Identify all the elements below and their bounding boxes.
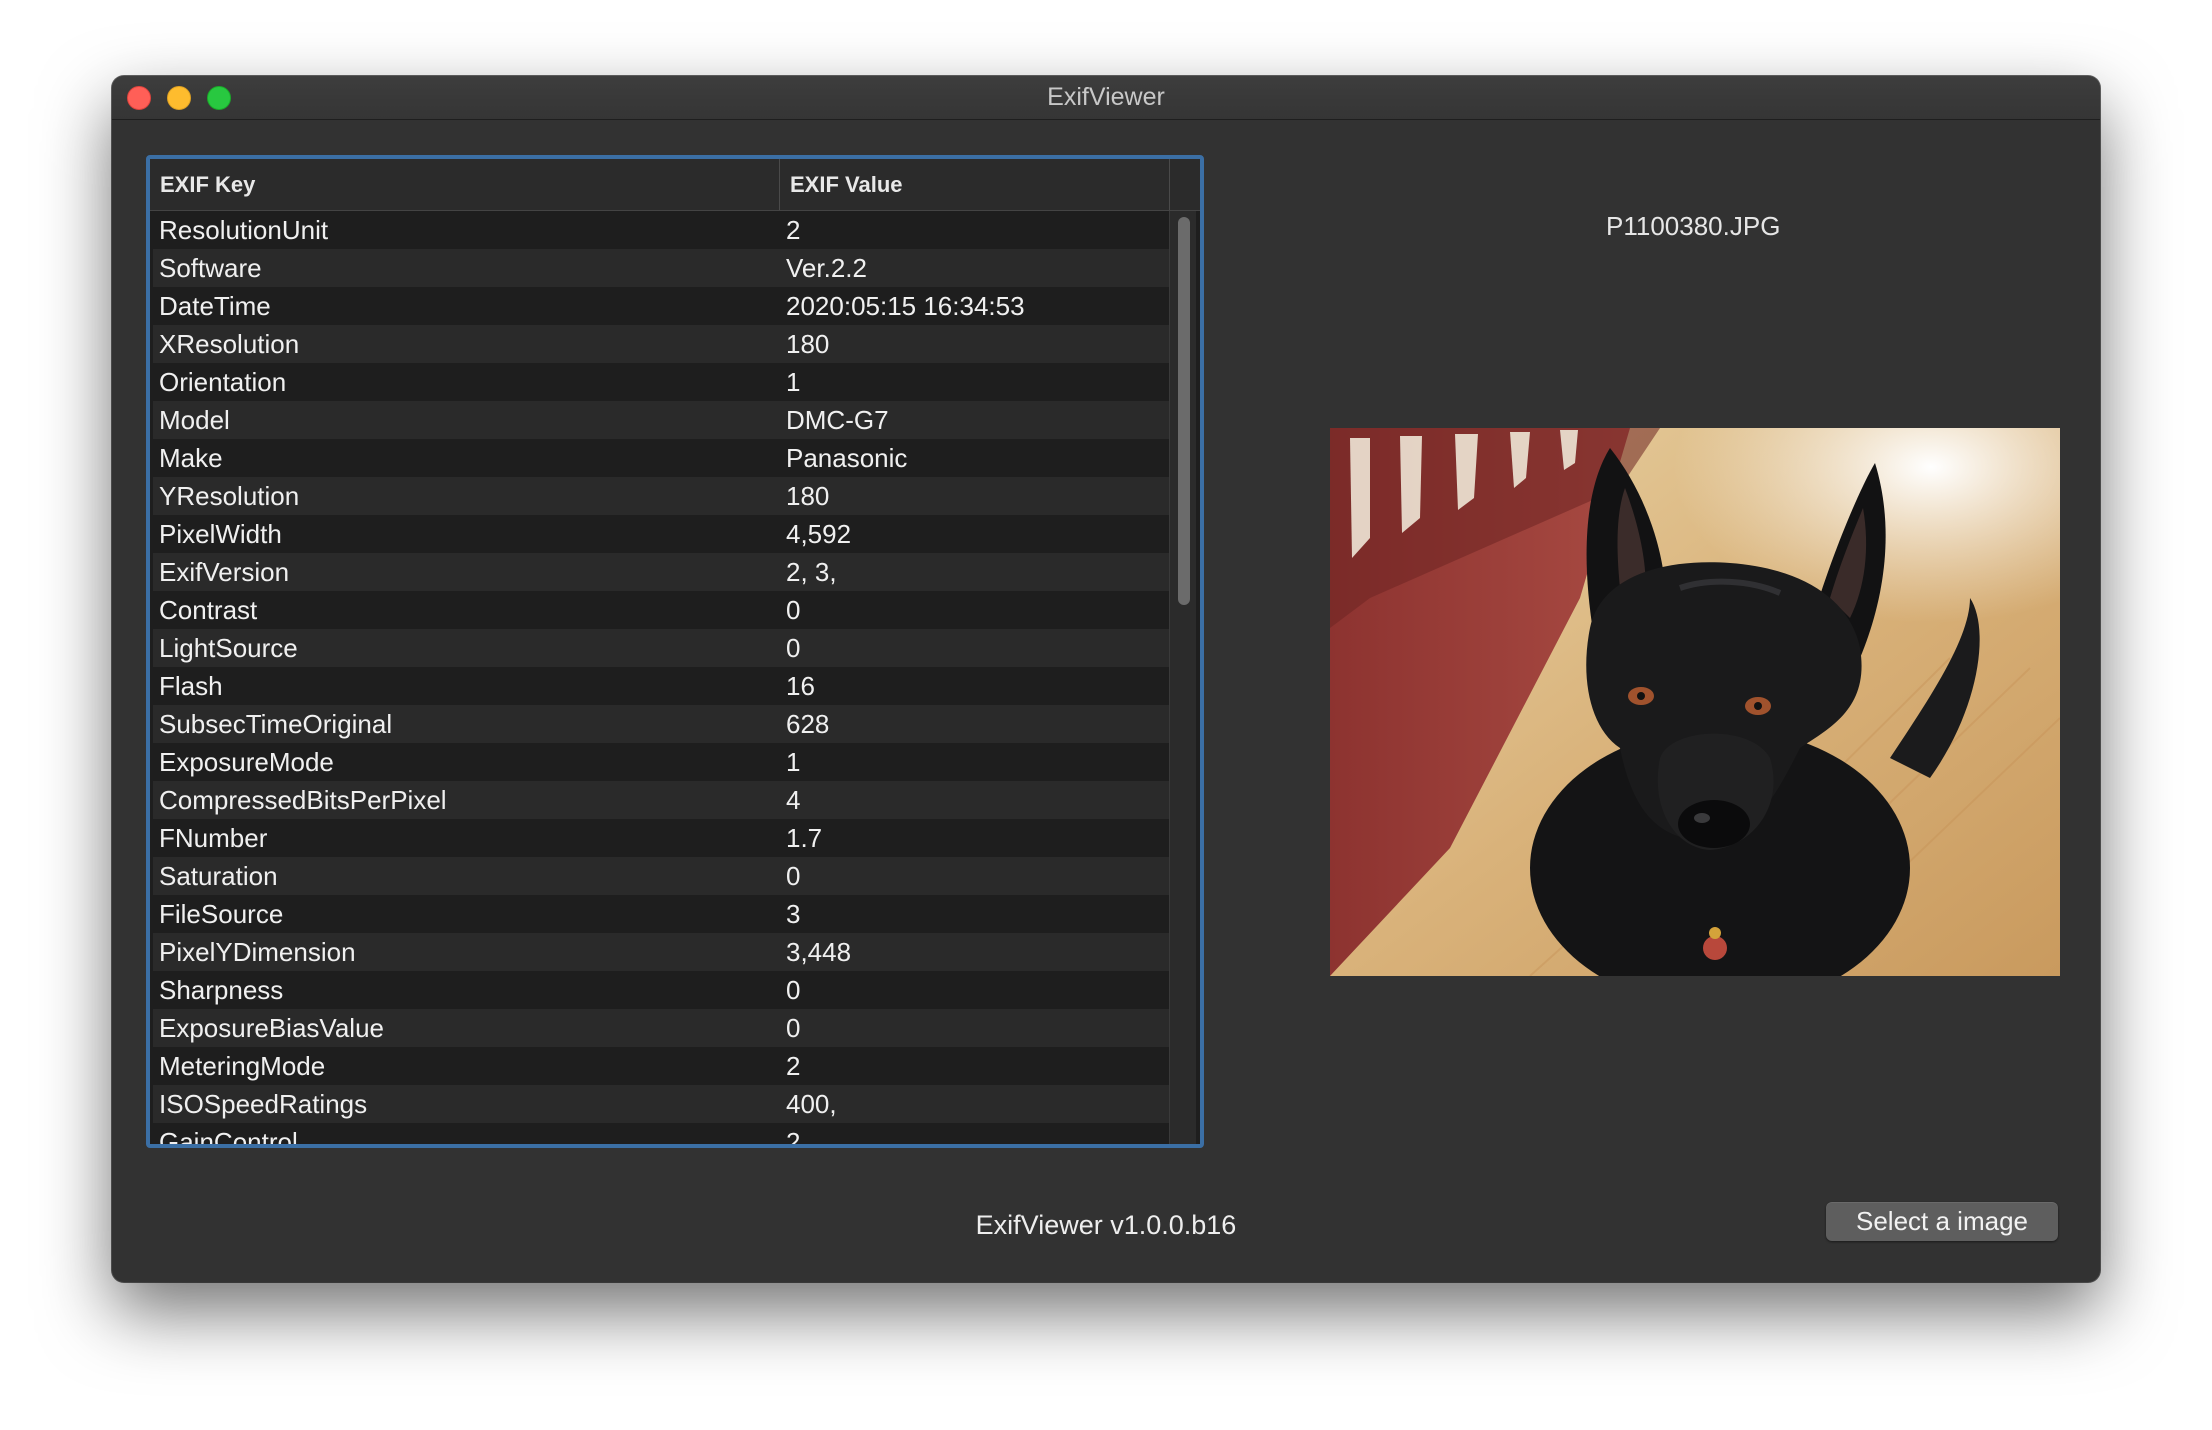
exif-key-cell: SubsecTimeOriginal [159,709,393,739]
table-row[interactable]: Saturation 0 [153,857,1170,895]
exif-value-cell: 628 [786,709,830,739]
exif-key-cell: Saturation [159,861,278,891]
exif-value-cell: 0 [786,861,801,891]
column-header-exif-value[interactable]: EXIF Value [780,159,1170,210]
table-row[interactable]: MeteringMode 2 [153,1047,1170,1085]
exif-value-cell: 2, 3, [786,557,837,587]
select-image-button[interactable]: Select a image [1826,1202,2058,1241]
table-row[interactable]: GainControl 2 [153,1123,1170,1144]
exif-value-cell: DMC-G7 [786,405,889,435]
table-row[interactable]: Make Panasonic [153,439,1170,477]
table-header: EXIF Key EXIF Value [150,159,1200,211]
exif-key-cell: Contrast [159,595,258,625]
exif-key-cell: FileSource [159,899,284,929]
exif-table[interactable]: EXIF Key EXIF Value ResolutionUnit 2 Softw… [146,155,1204,1148]
exif-value-cell: 1 [786,367,801,397]
exif-value-cell: 400, [786,1089,837,1119]
exif-key-cell: ExposureBiasValue [159,1013,384,1043]
exif-value-cell: 4 [786,785,801,815]
table-row[interactable]: FileSource 3 [153,895,1170,933]
table-row[interactable]: FNumber 1.7 [153,819,1170,857]
exif-value-cell: 0 [786,975,801,1005]
exif-key-cell: LightSource [159,633,298,663]
exif-key-cell: PixelYDimension [159,937,356,967]
exif-value-cell: 2 [786,1051,801,1081]
table-row[interactable]: YResolution 180 [153,477,1170,515]
exif-value-cell: 16 [786,671,815,701]
exif-value-cell: Ver.2.2 [786,253,867,283]
image-filename: P1100380.JPG [1606,211,1781,241]
exif-value-cell: 180 [786,481,830,511]
table-row[interactable]: XResolution 180 [153,325,1170,363]
exif-key-cell: Orientation [159,367,287,397]
exif-key-cell: DateTime [159,291,271,321]
exif-value-cell: 0 [786,595,801,625]
exif-key-cell: YResolution [159,481,300,511]
table-row[interactable]: LightSource 0 [153,629,1170,667]
exif-key-cell: Flash [159,671,223,701]
exif-key-cell: FNumber [159,823,268,853]
exif-value-cell: 0 [786,633,801,663]
exif-key-cell: Model [159,405,230,435]
exif-key-cell: ResolutionUnit [159,215,329,245]
exif-value-cell: 0 [786,1013,801,1043]
dog-photo-icon [1330,428,2060,976]
app-version-label: ExifViewer v1.0.0.b16 [975,1210,1237,1240]
exif-value-cell: 2 [786,215,801,245]
exif-key-cell: ExposureMode [159,747,334,777]
vertical-scrollbar[interactable] [1169,211,1196,1144]
table-row[interactable]: ISOSpeedRatings 400, [153,1085,1170,1123]
exif-key-cell: MeteringMode [159,1051,326,1081]
window-title: ExifViewer [1047,83,1165,111]
scrollbar-thumb[interactable] [1178,217,1190,605]
column-header-exif-key[interactable]: EXIF Key [150,159,780,210]
table-row[interactable]: Model DMC-G7 [153,401,1170,439]
image-preview [1330,428,2060,976]
exif-key-cell: GainControl [159,1127,298,1144]
exif-key-cell: PixelWidth [159,519,282,549]
table-row[interactable]: Software Ver.2.2 [153,249,1170,287]
exif-value-cell: 1 [786,747,801,777]
table-body: ResolutionUnit 2 Software Ver.2.2 DateTime 20… [153,211,1170,1144]
exif-key-cell: Make [159,443,223,473]
exif-value-cell: 4,592 [786,519,852,549]
table-row[interactable]: Flash 16 [153,667,1170,705]
exif-key-cell: ISOSpeedRatings [159,1089,368,1119]
exif-key-cell: Sharpness [159,975,284,1005]
table-row[interactable]: PixelYDimension 3,448 [153,933,1170,971]
table-row[interactable]: ExifVersion 2, 3, [153,553,1170,591]
exif-value-cell: 180 [786,329,830,359]
table-row[interactable]: Contrast 0 [153,591,1170,629]
exif-value-cell: Panasonic [786,443,908,473]
exif-key-cell: XResolution [159,329,300,359]
table-row[interactable]: Sharpness 0 [153,971,1170,1009]
table-row[interactable]: ExposureBiasValue 0 [153,1009,1170,1047]
exif-value-cell: 2 [786,1127,801,1144]
exif-key-cell: Software [159,253,262,283]
exif-key-cell: CompressedBitsPerPixel [159,785,447,815]
table-row[interactable]: ResolutionUnit 2 [153,211,1170,249]
exif-value-cell: 2020:05:15 16:34:53 [786,291,1025,321]
exif-value-cell: 1.7 [786,823,823,853]
table-row[interactable]: PixelWidth 4,592 [153,515,1170,553]
table-row[interactable]: Orientation 1 [153,363,1170,401]
app-window: ExifViewer EXIF Key EXIF Value Resolutio… [112,76,2100,1282]
table-row[interactable]: ExposureMode 1 [153,743,1170,781]
table-row[interactable]: CompressedBitsPerPixel 4 [153,781,1170,819]
exif-value-cell: 3,448 [786,937,852,967]
table-row[interactable]: SubsecTimeOriginal 628 [153,705,1170,743]
table-row[interactable]: DateTime 2020:05:15 16:34:53 [153,287,1170,325]
exif-value-cell: 3 [786,899,801,929]
title-bar: ExifViewer [112,76,2100,120]
exif-key-cell: ExifVersion [159,557,290,587]
